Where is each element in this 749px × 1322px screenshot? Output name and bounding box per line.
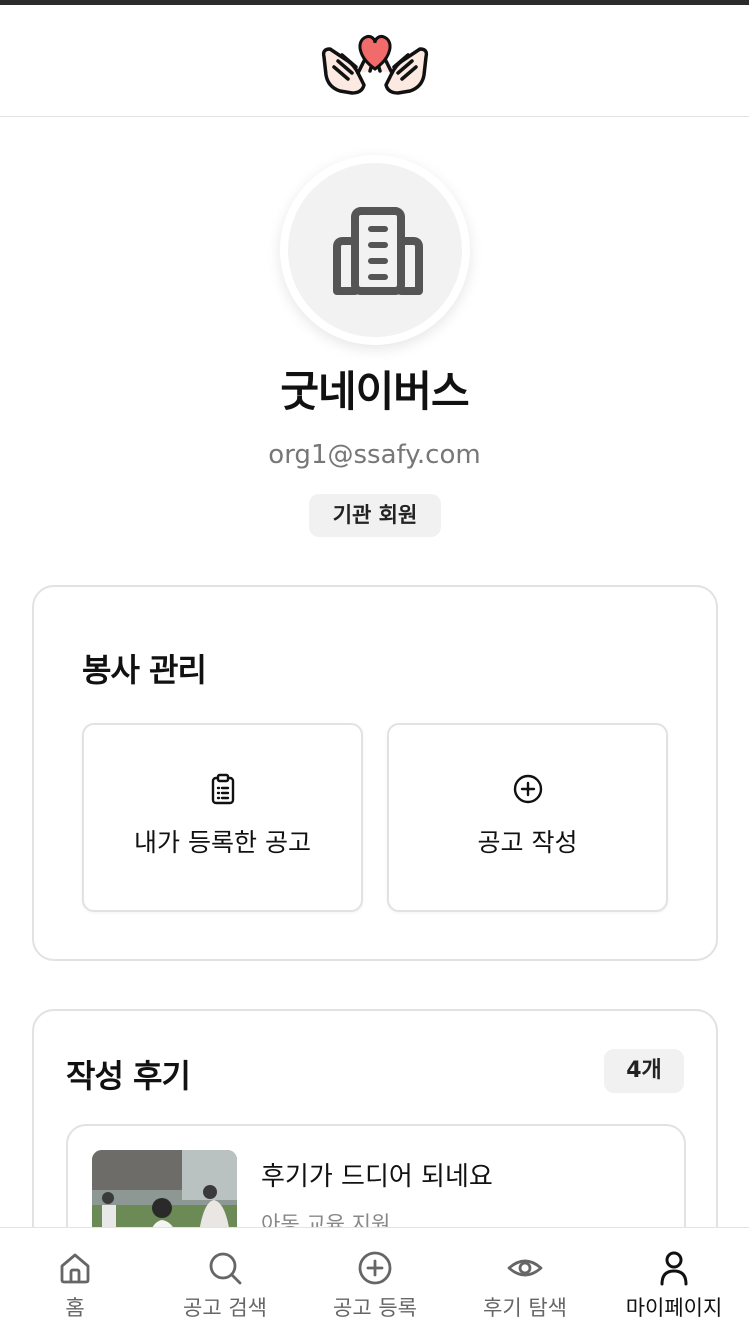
plus-circle-icon xyxy=(358,1251,392,1285)
tile-label: 공고 작성 xyxy=(477,828,578,857)
org-name: 굿네이버스 xyxy=(280,367,469,416)
nav-reviews[interactable]: 후기 탐색 xyxy=(450,1228,600,1322)
home-icon xyxy=(60,1253,90,1284)
review-count-badge: 4개 xyxy=(604,1049,684,1093)
section-title: 봉사 관리 xyxy=(82,651,207,689)
volunteer-management-card: 봉사 관리 내가 등록한 공고 공고 작성 xyxy=(32,585,718,961)
building-icon xyxy=(333,207,423,295)
review-title: 후기가 드디어 되네요 xyxy=(261,1162,493,1192)
my-posts-button[interactable]: 내가 등록한 공고 xyxy=(82,723,363,912)
search-icon xyxy=(209,1252,242,1285)
heart-hands-logo-icon[interactable] xyxy=(318,27,432,99)
profile-avatar xyxy=(280,155,470,345)
clipboard-list-icon xyxy=(207,773,239,805)
nav-label: 마이페이지 xyxy=(625,1296,723,1320)
nav-search[interactable]: 공고 검색 xyxy=(150,1228,300,1322)
bottom-navigation: 홈 공고 검색 공고 등록 후기 탐색 마이페이지 xyxy=(0,1227,749,1322)
nav-home[interactable]: 홈 xyxy=(0,1228,150,1322)
nav-mypage[interactable]: 마이페이지 xyxy=(599,1228,749,1322)
app-header xyxy=(0,5,749,117)
nav-label: 후기 탐색 xyxy=(483,1296,567,1320)
eye-icon xyxy=(507,1259,543,1277)
tile-label: 내가 등록한 공고 xyxy=(134,828,311,857)
section-title: 작성 후기 xyxy=(66,1057,191,1095)
member-type-badge: 기관 회원 xyxy=(309,494,441,537)
nav-register[interactable]: 공고 등록 xyxy=(300,1228,450,1322)
nav-label: 공고 등록 xyxy=(333,1296,417,1320)
create-post-button[interactable]: 공고 작성 xyxy=(387,723,668,912)
nav-label: 공고 검색 xyxy=(183,1296,267,1320)
nav-label: 홈 xyxy=(65,1296,85,1320)
org-email: org1@ssafy.com xyxy=(268,440,481,470)
avatar-circle xyxy=(288,163,462,337)
user-icon xyxy=(660,1251,688,1286)
plus-circle-icon xyxy=(512,773,544,805)
